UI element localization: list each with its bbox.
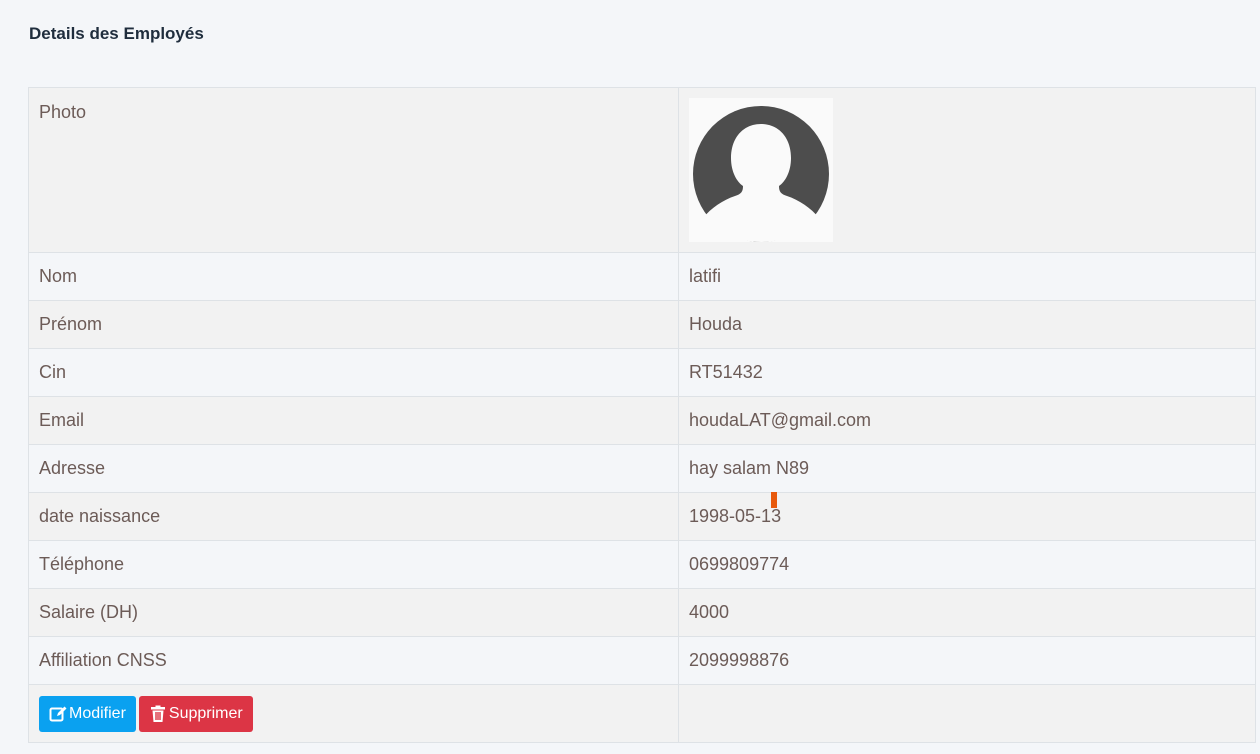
edit-icon <box>49 706 67 721</box>
avatar-user-silhouette-icon <box>689 98 833 242</box>
table-row-date-naissance: date naissance 1998-05-13 <box>28 492 1256 541</box>
table-row-photo: Photo <box>28 87 1256 253</box>
table-row-prenom: Prénom Houda <box>28 300 1256 349</box>
supprimer-button[interactable]: Supprimer <box>138 695 253 732</box>
page-title: Details des Employés <box>29 24 204 43</box>
row-value: RT51432 <box>678 348 1256 397</box>
table-row-cin: Cin RT51432 <box>28 348 1256 397</box>
row-label: Nom <box>28 252 679 301</box>
photo-cell <box>678 87 1256 253</box>
trash-icon <box>150 705 165 722</box>
row-label: Salaire (DH) <box>28 588 679 637</box>
employee-details-table: Photo Nom latifi Prénom Houda Cin RT5143… <box>28 87 1256 743</box>
table-row-salaire: Salaire (DH) 4000 <box>28 588 1256 637</box>
supprimer-button-label: Supprimer <box>168 704 243 722</box>
row-value: 0699809774 <box>678 540 1256 589</box>
table-row-affiliation-cnss: Affiliation CNSS 2099998876 <box>28 636 1256 685</box>
row-value: latifi <box>678 252 1256 301</box>
row-label: Téléphone <box>28 540 679 589</box>
row-value: 2099998876 <box>678 636 1256 685</box>
row-value: Houda <box>678 300 1256 349</box>
row-label: Affiliation CNSS <box>28 636 679 685</box>
modifier-button-label: Modifier <box>69 704 126 722</box>
row-value: 1998-05-13 <box>678 492 1256 541</box>
row-label: Cin <box>28 348 679 397</box>
row-value: houdaLAT@gmail.com <box>678 396 1256 445</box>
empty-cell <box>678 684 1256 743</box>
table-row-telephone: Téléphone 0699809774 <box>28 540 1256 589</box>
row-label: Prénom <box>28 300 679 349</box>
table-row-adresse: Adresse hay salam N89 <box>28 444 1256 493</box>
row-value: 4000 <box>678 588 1256 637</box>
employee-details-page: Details des Employés Photo Nom latifi Pr <box>0 0 1260 754</box>
actions-cell: Modifier Supprimer <box>28 684 679 743</box>
photo-label: Photo <box>28 87 679 253</box>
modifier-button[interactable]: Modifier <box>39 695 136 732</box>
table-row-nom: Nom latifi <box>28 252 1256 301</box>
table-row-email: Email houdaLAT@gmail.com <box>28 396 1256 445</box>
table-row-actions: Modifier Supprimer <box>28 684 1256 743</box>
orange-marker <box>771 492 777 508</box>
row-label: date naissance <box>28 492 679 541</box>
row-label: Email <box>28 396 679 445</box>
row-label: Adresse <box>28 444 679 493</box>
row-value: hay salam N89 <box>678 444 1256 493</box>
